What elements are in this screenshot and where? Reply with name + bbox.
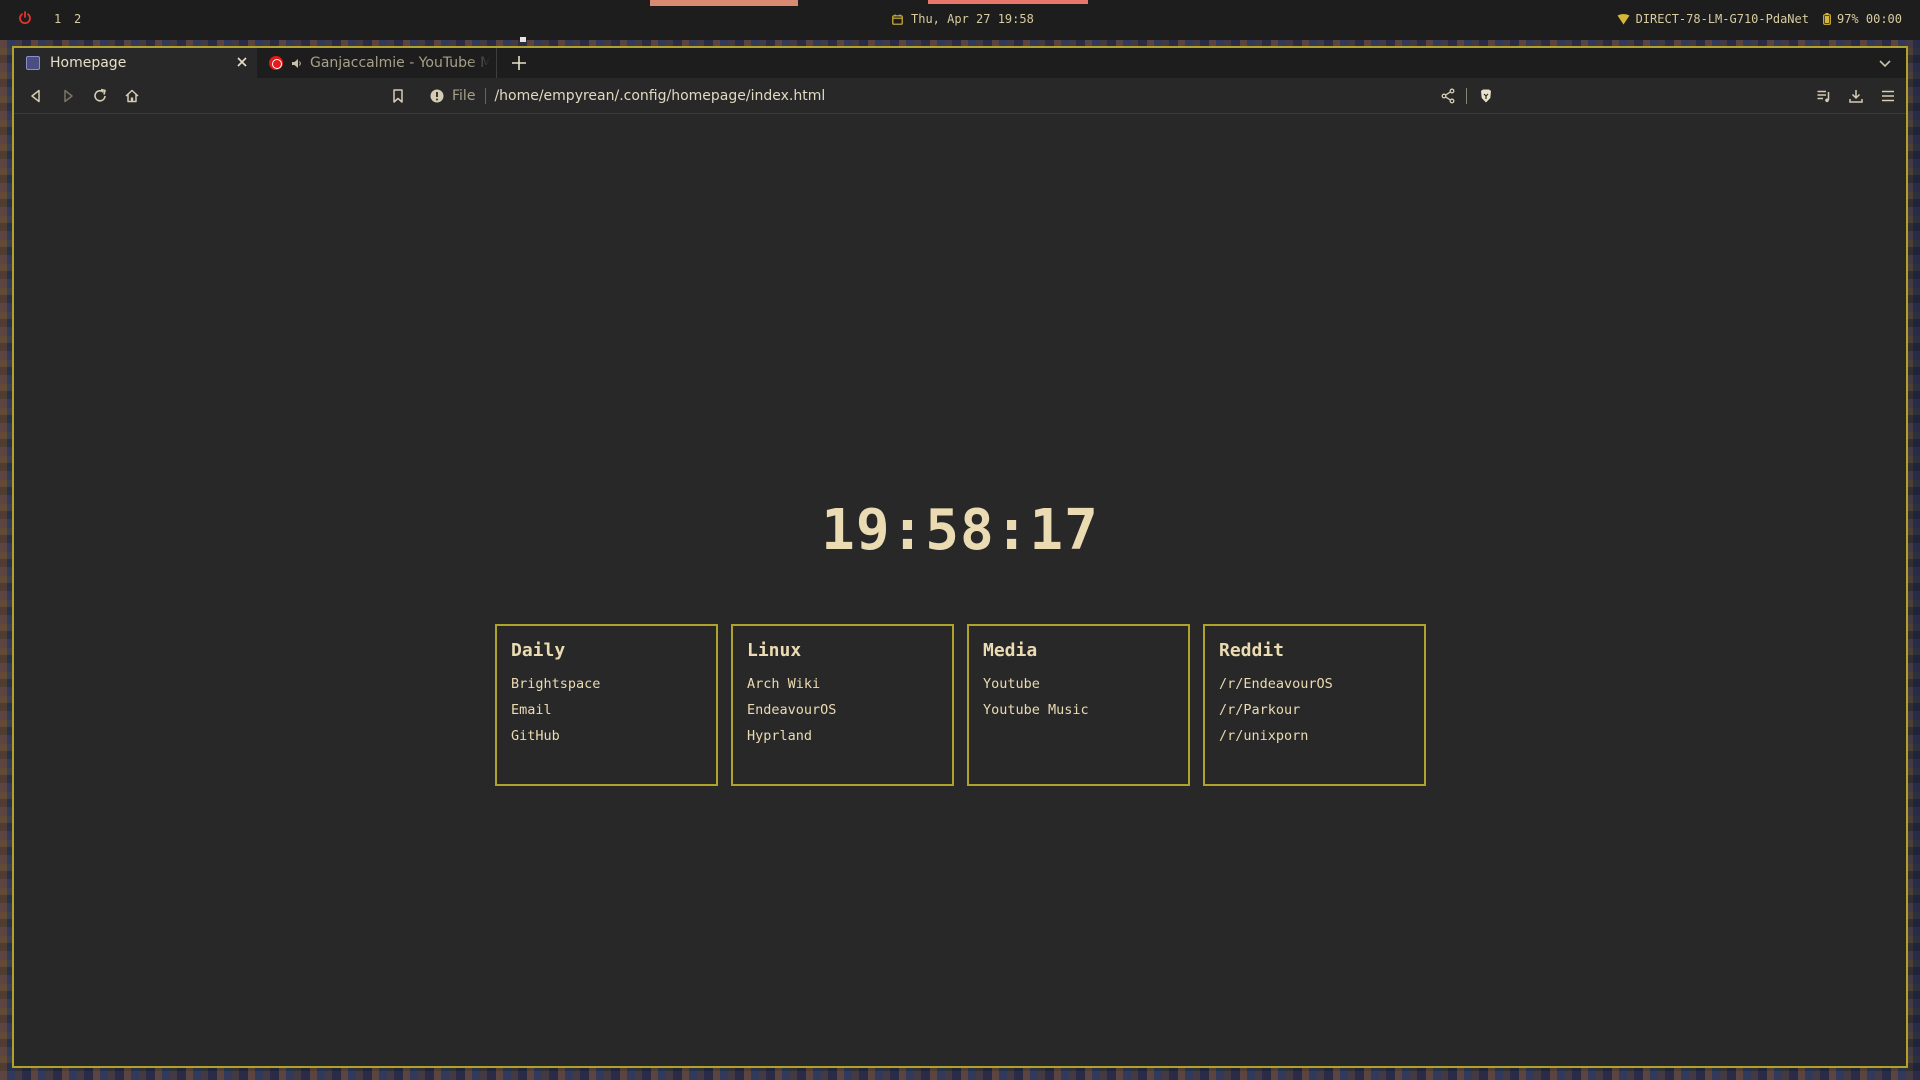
link-endeavouros[interactable]: EndeavourOS (747, 697, 938, 723)
new-tab-plus-icon[interactable] (509, 53, 529, 73)
brave-shield-icon[interactable] (1478, 88, 1494, 104)
tab-homepage[interactable]: Homepage (14, 48, 257, 78)
bookmark-icon[interactable] (390, 88, 406, 104)
tab-youtube-music[interactable]: Ganjaccalmie - YouTube Music (257, 48, 497, 78)
link-r-unixporn[interactable]: /r/unixporn (1219, 723, 1410, 749)
card-title: Daily (511, 640, 566, 661)
battery-icon (1823, 13, 1831, 25)
tab-label: Ganjaccalmie - YouTube Music (310, 55, 490, 71)
url-separator (485, 88, 487, 104)
card-title: Linux (747, 640, 802, 661)
youtube-music-favicon-icon (269, 56, 283, 70)
link-hyprland[interactable]: Hyprland (747, 723, 938, 749)
workspace-2[interactable]: 2 (74, 12, 81, 26)
playlist-icon[interactable] (1816, 88, 1832, 104)
power-icon[interactable] (18, 11, 32, 25)
battery-status: 97% 00:00 (1836, 12, 1902, 26)
link-youtube-music[interactable]: Youtube Music (983, 697, 1174, 723)
cursor-marker (520, 37, 526, 42)
link-email[interactable]: Email (511, 697, 702, 723)
page-clock: 19:58:17 (821, 498, 1099, 563)
link-cards: Daily Brightspace Email GitHub Linux Arc… (495, 624, 1426, 786)
card-linux: Linux Arch Wiki EndeavourOS Hyprland (731, 624, 954, 786)
url-scheme-label: File (452, 88, 476, 104)
datetime-text: Thu, Apr 27 19:58 (911, 12, 1034, 26)
address-bar[interactable]: File /home/empyrean/.config/homepage/ind… (430, 86, 825, 106)
system-tray: DIRECT-78-LM-G710-PdaNet 97% 00:00 (1617, 12, 1902, 26)
link-arch-wiki[interactable]: Arch Wiki (747, 671, 938, 697)
link-brightspace[interactable]: Brightspace (511, 671, 702, 697)
calendar-icon (892, 14, 903, 25)
link-r-parkour[interactable]: /r/Parkour (1219, 697, 1410, 723)
download-icon[interactable] (1848, 88, 1864, 104)
tab-bar: Homepage Ganjaccalmie - YouTube Music (14, 48, 1906, 78)
status-bar: 1 2 Thu, Apr 27 19:58 DIRECT-78-LM-G710-… (0, 0, 1920, 42)
back-arrow-icon[interactable] (28, 88, 44, 104)
navigation-toolbar: File /home/empyrean/.config/homepage/ind… (14, 78, 1906, 114)
card-title: Reddit (1219, 640, 1285, 661)
homepage-content: 19:58:17 Daily Brightspace Email GitHub … (14, 115, 1906, 1066)
card-title: Media (983, 640, 1038, 661)
toolbar-divider (1466, 88, 1467, 104)
url-text[interactable]: /home/empyrean/.config/homepage/index.ht… (494, 88, 825, 104)
forward-arrow-icon[interactable] (60, 88, 76, 104)
workspace-1[interactable]: 1 (54, 12, 61, 26)
share-icon[interactable] (1440, 88, 1456, 104)
datetime-widget[interactable]: Thu, Apr 27 19:58 (892, 12, 1034, 26)
hamburger-menu-icon[interactable] (1880, 88, 1896, 104)
speaker-icon[interactable] (291, 58, 302, 69)
homepage-favicon-icon (26, 56, 40, 70)
browser-window: Homepage Ganjaccalmie - YouTube Music (12, 46, 1908, 1068)
network-name: DIRECT-78-LM-G710-PdaNet (1635, 12, 1809, 26)
wallpaper-accent (928, 0, 1088, 4)
info-icon[interactable] (430, 89, 444, 103)
card-reddit: Reddit /r/EndeavourOS /r/Parkour /r/unix… (1203, 624, 1426, 786)
tab-label: Homepage (50, 55, 127, 71)
link-youtube[interactable]: Youtube (983, 671, 1174, 697)
home-icon[interactable] (124, 88, 140, 104)
reload-icon[interactable] (92, 88, 108, 104)
chevron-down-icon[interactable] (1878, 56, 1892, 70)
close-tab-icon[interactable] (235, 55, 249, 69)
wifi-icon[interactable] (1617, 13, 1630, 25)
link-github[interactable]: GitHub (511, 723, 702, 749)
wallpaper-accent (650, 0, 798, 6)
link-r-endeavouros[interactable]: /r/EndeavourOS (1219, 671, 1410, 697)
card-media: Media Youtube Youtube Music (967, 624, 1190, 786)
card-daily: Daily Brightspace Email GitHub (495, 624, 718, 786)
